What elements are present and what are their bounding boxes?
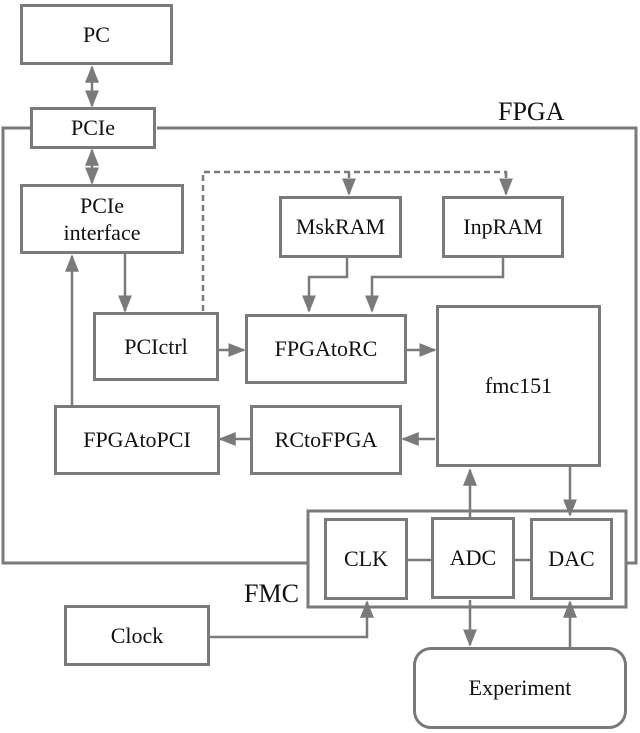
clk-label: CLK <box>344 546 388 572</box>
fmc-region-label: FMC <box>244 579 299 608</box>
rctofpga-block: RCtoFPGA <box>250 405 402 475</box>
rctofpga-label: RCtoFPGA <box>274 427 378 453</box>
fmc151-label: fmc151 <box>484 373 553 399</box>
experiment-label: Experiment <box>468 675 572 701</box>
pcie-interface-block: PCIe interface <box>20 184 184 254</box>
dac-label: DAC <box>548 546 595 572</box>
clock-label: Clock <box>110 622 164 648</box>
dac-block: DAC <box>530 518 613 600</box>
pcie-interface-label-line2: interface <box>63 220 141 245</box>
fpgatorc-block: FPGAtoRC <box>245 314 407 384</box>
fpgatopci-block: FPGAtoPCI <box>54 405 220 475</box>
pcie-block: PCIe <box>30 107 156 149</box>
fpgatopci-label: FPGAtoPCI <box>83 427 191 453</box>
fpga-block-diagram: FPGA FMC PC PCIe PCIe interface MskRAM I… <box>0 0 640 733</box>
fmc151-block: fmc151 <box>436 305 601 467</box>
inpram-block: InpRAM <box>442 196 564 258</box>
pc-block: PC <box>20 4 173 65</box>
adc-block: ADC <box>431 517 515 599</box>
pc-label: PC <box>83 21 110 47</box>
pcie-label: PCIe <box>71 115 115 141</box>
pcictrl-label: PCIctrl <box>124 333 188 359</box>
mskram-label: MskRAM <box>295 214 386 240</box>
pcie-interface-label-line1: PCIe <box>80 192 124 218</box>
adc-label: ADC <box>449 545 497 571</box>
fpga-region-label: FPGA <box>498 97 565 126</box>
experiment-block: Experiment <box>413 647 627 729</box>
inpram-label: InpRAM <box>463 214 543 240</box>
fpgatorc-label: FPGAtoRC <box>274 336 378 362</box>
mskram-block: MskRAM <box>279 196 402 258</box>
inpram-to-fpgatorc-link <box>365 258 505 313</box>
mskram-to-fpgatorc-link <box>302 258 349 313</box>
clock-block: Clock <box>64 605 210 666</box>
pcictrl-block: PCIctrl <box>93 312 219 381</box>
clk-block: CLK <box>324 518 408 600</box>
